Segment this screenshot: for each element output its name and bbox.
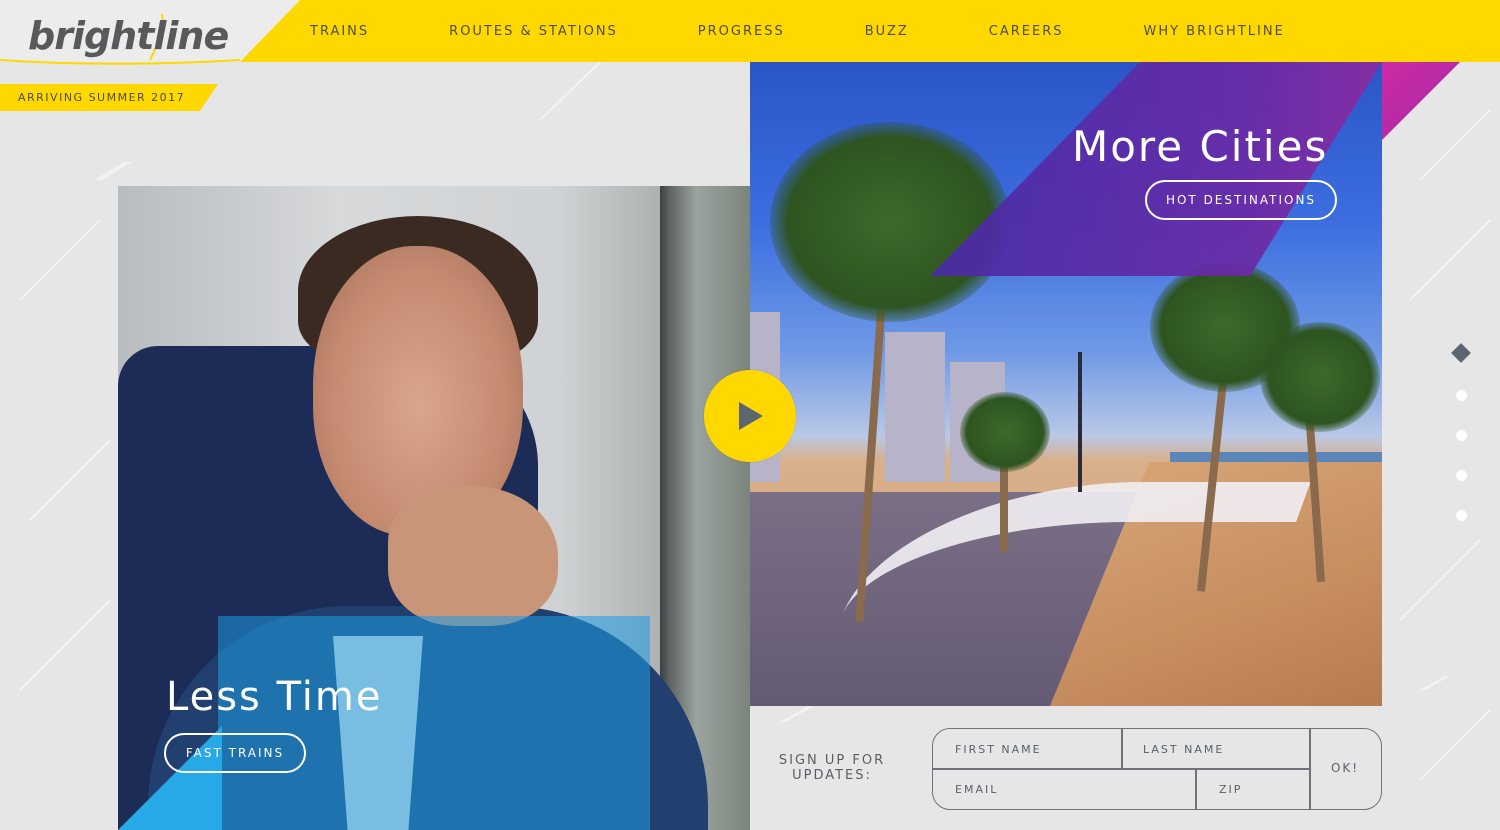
palm-frond	[1260, 322, 1380, 432]
signup-form: OK!	[932, 728, 1382, 810]
form-divider	[933, 768, 1309, 770]
slide-dot[interactable]	[1456, 430, 1467, 441]
play-icon	[739, 402, 763, 430]
lamp-post	[1078, 352, 1082, 492]
email-input[interactable]	[955, 781, 1185, 797]
nav-item-careers[interactable]: CAREERS	[949, 24, 1104, 39]
fast-trains-button[interactable]: FAST TRAINS	[164, 733, 306, 773]
slide-dot[interactable]	[1456, 470, 1467, 481]
palm-frond	[960, 392, 1050, 472]
more-cities-headline: More Cities	[1072, 122, 1329, 171]
less-time-panel: Less Time FAST TRAINS	[118, 186, 750, 830]
slide-dot[interactable]	[1456, 510, 1467, 521]
nav-item-buzz[interactable]: BUZZ	[825, 24, 949, 39]
hand-shape	[388, 486, 558, 626]
slide-dot[interactable]	[1456, 390, 1467, 401]
form-divider	[1121, 729, 1123, 769]
building-shape	[885, 332, 945, 482]
more-cities-panel: More Cities HOT DESTINATIONS	[750, 62, 1382, 706]
less-time-headline: Less Time	[166, 674, 383, 720]
palm-frond	[770, 122, 1010, 322]
signup-submit-button[interactable]: OK!	[1309, 729, 1381, 808]
blue-overlay	[218, 616, 650, 830]
form-divider	[1195, 769, 1197, 809]
top-nav-bar: brightline TRAINS ROUTES & STATIONS PROG…	[0, 0, 1500, 65]
hot-destinations-button[interactable]: HOT DESTINATIONS	[1145, 180, 1337, 220]
nav-item-routes-stations[interactable]: ROUTES & STATIONS	[409, 24, 658, 39]
brand-logo[interactable]: brightline	[0, 0, 300, 65]
signup-label: SIGN UP FOR UPDATES:	[778, 753, 886, 783]
zip-input[interactable]	[1219, 781, 1309, 797]
arrival-ribbon: ARRIVING SUMMER 2017	[0, 84, 218, 111]
last-name-input[interactable]	[1143, 741, 1303, 757]
nav-item-why-brightline[interactable]: WHY BRIGHTLINE	[1103, 24, 1324, 39]
nav-item-trains[interactable]: TRAINS	[270, 24, 409, 39]
nav-item-progress[interactable]: PROGRESS	[658, 24, 825, 39]
first-name-input[interactable]	[955, 741, 1115, 757]
magenta-accent	[1382, 62, 1460, 140]
play-video-button[interactable]	[704, 370, 796, 462]
logo-wordmark: brightline	[28, 14, 229, 58]
main-nav: TRAINS ROUTES & STATIONS PROGRESS BUZZ C…	[270, 0, 1325, 62]
slide-indicator-active-icon[interactable]	[1451, 343, 1471, 363]
